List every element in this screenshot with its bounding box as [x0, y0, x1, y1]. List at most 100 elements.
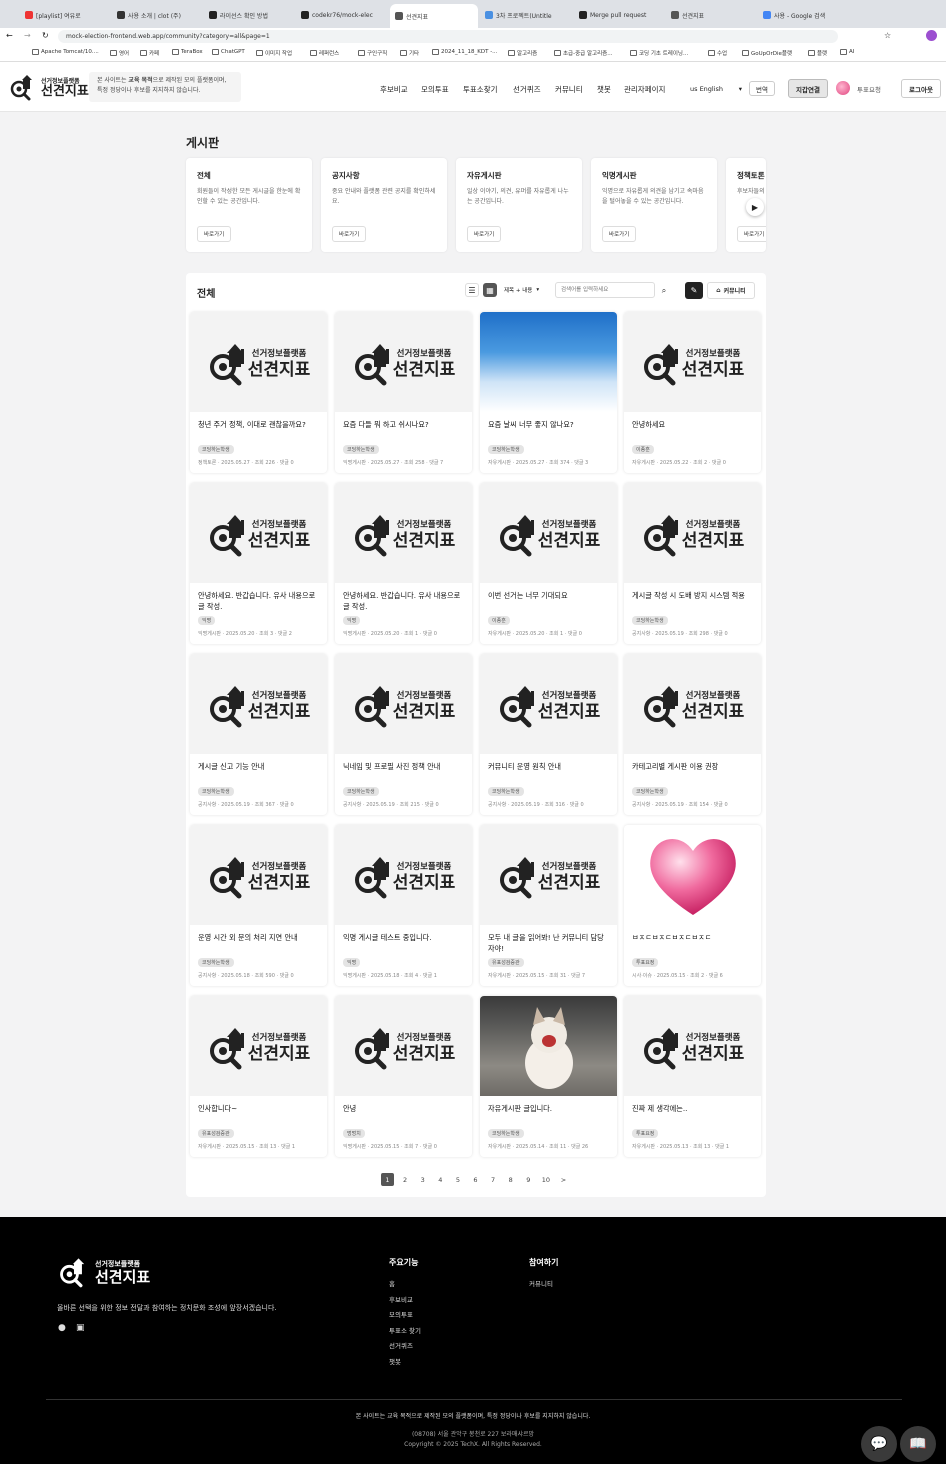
footer-link[interactable]: 모의투표: [389, 1309, 413, 1319]
footer-link[interactable]: 홈: [389, 1278, 395, 1288]
category-card[interactable]: 전체 회원들이 작성한 모든 게시글을 한눈에 확인할 수 있는 공간입니다. 바로…: [186, 158, 312, 252]
browser-tab[interactable]: 선견지표: [390, 4, 478, 28]
browser-tab[interactable]: 라이선스 확인 방법: [204, 5, 292, 25]
post-card[interactable]: 선거정보플랫폼 선견지표 안녕하세요 이종훈 자유게시판 · 2025.05.22 · …: [624, 312, 761, 473]
bookmark-item[interactable]: 알고리즘: [508, 49, 537, 57]
category-go-button[interactable]: 바로가기: [197, 226, 232, 242]
profile-avatar[interactable]: [926, 30, 937, 41]
forward-icon[interactable]: →: [24, 31, 31, 40]
footer-link[interactable]: 선거퀴즈: [389, 1340, 413, 1350]
category-card[interactable]: 자유게시판 일상 이야기, 의견, 유머를 자유롭게 나누는 공간입니다. 바로가기: [456, 158, 582, 252]
browser-tab[interactable]: Merge pull request: [574, 5, 662, 25]
page-5[interactable]: 5: [451, 1173, 464, 1186]
nav-chatbot[interactable]: 챗봇: [597, 84, 611, 95]
footer-link[interactable]: 챗봇: [389, 1356, 401, 1366]
bookmark-item[interactable]: TeraBox: [172, 49, 203, 55]
write-post-icon[interactable]: ✎: [685, 282, 703, 299]
chat-float-button[interactable]: 💬: [861, 1426, 897, 1462]
nav-community[interactable]: 커뮤니티: [555, 84, 583, 95]
post-card[interactable]: 선거정보플랫폼 선견지표 진짜 제 생각에는.. 투표요정 자유게시판 · 2025.0…: [624, 996, 761, 1157]
reload-icon[interactable]: ↻: [42, 31, 49, 40]
bookmark-item[interactable]: AI: [840, 49, 854, 55]
search-scope-select[interactable]: 제목 + 내용 ▾: [504, 283, 552, 297]
post-card[interactable]: 선거정보플랫폼 선견지표 카테고리별 게시판 이용 권장 코딩하는학생 공지사항 · 2…: [624, 654, 761, 815]
bookmark-item[interactable]: 영어: [110, 49, 129, 57]
post-card[interactable]: 자유게시판 글입니다. 코딩하는학생 자유게시판 · 2025.05.14 · 조회…: [480, 996, 617, 1157]
browser-tab[interactable]: 선견지표: [666, 5, 754, 25]
category-card[interactable]: 익명게시판 익명으로 자유롭게 의견을 남기고 속마음을 털어놓을 수 있는 공간…: [591, 158, 717, 252]
category-go-button[interactable]: 바로가기: [332, 226, 367, 242]
post-card[interactable]: 선거정보플랫폼 선견지표 청년 주거 정책, 이대로 괜찮을까요? 코딩하는학생 정책토…: [190, 312, 327, 473]
grid-view-icon[interactable]: ▦: [483, 283, 497, 297]
post-card[interactable]: ㅂㅈㄷㅂㅈㄷㅂㅈㄷㅂㅈㄷ 투표요정 시사·이슈 · 2025.05.15 · 조회 …: [624, 825, 761, 986]
browser-tab[interactable]: 사용 - Google 검색: [758, 5, 846, 25]
bookmark-item[interactable]: 초급-중급 알고리즘...: [554, 49, 612, 57]
footer-link[interactable]: 투표소 찾기: [389, 1325, 421, 1335]
page-7[interactable]: 7: [487, 1173, 500, 1186]
site-logo[interactable]: 선거정보플랫폼 선견지표: [8, 72, 89, 102]
bookmark-star-icon[interactable]: ☆: [884, 31, 891, 40]
bookmark-item[interactable]: 카페: [140, 49, 159, 57]
bookmark-item[interactable]: 이미지 작업: [256, 49, 292, 57]
post-card[interactable]: 선거정보플랫폼 선견지표 이번 선거는 너무 기대되요 이종훈 자유게시판 · 2025…: [480, 483, 617, 644]
browser-tab[interactable]: 사용 소개 | clot (주): [112, 5, 200, 25]
guide-float-button[interactable]: 📖: [900, 1426, 936, 1462]
page-next[interactable]: >: [557, 1173, 570, 1186]
user-avatar[interactable]: [836, 81, 850, 95]
category-go-button[interactable]: 바로가기: [737, 226, 766, 242]
bookmark-item[interactable]: 레퍼런스: [310, 49, 339, 57]
notion-icon[interactable]: ▣: [76, 1323, 85, 1333]
page-2[interactable]: 2: [399, 1173, 412, 1186]
vote-request-link[interactable]: 투표요청: [857, 84, 881, 94]
post-card[interactable]: 선거정보플랫폼 선견지표 요즘 다들 뭐 하고 쉬시나요? 코딩하는학생 익명게시판 ·…: [335, 312, 472, 473]
page-6[interactable]: 6: [469, 1173, 482, 1186]
bookmark-item[interactable]: 2024_11_18_KDT -...: [432, 49, 497, 55]
post-card[interactable]: 선거정보플랫폼 선견지표 게시글 작성 시 도배 방지 시스템 적용 코딩하는학생 공지…: [624, 483, 761, 644]
bookmark-item[interactable]: ChatGPT: [212, 49, 245, 55]
github-icon[interactable]: ●: [58, 1323, 66, 1333]
browser-tab[interactable]: codekr76/mock-elec: [296, 5, 384, 25]
nav-admin[interactable]: 관리자페이지: [624, 84, 665, 95]
page-10[interactable]: 10: [539, 1173, 552, 1186]
post-card[interactable]: 선거정보플랫폼 선견지표 안녕하세요. 반갑습니다. 유사 내용으로 글 작성. 익명…: [190, 483, 327, 644]
community-button[interactable]: ⌂ 커뮤니티: [707, 282, 755, 299]
nav-polling-place[interactable]: 투표소찾기: [463, 84, 498, 95]
category-go-button[interactable]: 바로가기: [467, 226, 502, 242]
bookmark-item[interactable]: 코딩 기초 트레이닝...: [630, 49, 688, 57]
footer-link[interactable]: 후보비교: [389, 1294, 413, 1304]
nav-compare[interactable]: 후보비교: [380, 84, 408, 95]
carousel-next-icon[interactable]: ▶: [746, 198, 764, 216]
search-input[interactable]: [555, 282, 655, 298]
post-card[interactable]: 선거정보플랫폼 선견지표 안녕하세요. 반갑습니다. 유사 내용으로 글 작성. 익명…: [335, 483, 472, 644]
post-card[interactable]: 선거정보플랫폼 선견지표 커뮤니티 운영 원칙 안내 코딩하는학생 공지사항 · 202…: [480, 654, 617, 815]
page-8[interactable]: 8: [504, 1173, 517, 1186]
post-card[interactable]: 요즘 날씨 너무 좋지 않나요? 코딩하는학생 자유게시판 · 2025.05.27…: [480, 312, 617, 473]
browser-tab[interactable]: [playlist] 여유로: [20, 5, 108, 25]
page-3[interactable]: 3: [416, 1173, 429, 1186]
translate-button[interactable]: 번역: [749, 81, 775, 96]
post-card[interactable]: 선거정보플랫폼 선견지표 안녕 멍멍치 익명게시판 · 2025.05.15 · 조회 …: [335, 996, 472, 1157]
post-card[interactable]: 선거정보플랫폼 선견지표 모두 내 글을 읽어봐! 난 커뮤니티 담당자야! 유표성검…: [480, 825, 617, 986]
language-select[interactable]: us English ▾: [690, 82, 742, 96]
bookmark-item[interactable]: 구인구직: [358, 49, 387, 57]
list-view-icon[interactable]: ☰: [465, 283, 479, 297]
bookmark-item[interactable]: GoUpOrDie플랫: [742, 49, 792, 57]
nav-mock-vote[interactable]: 모의투표: [421, 84, 449, 95]
browser-tab[interactable]: 3차 프로젝트(Untitle: [480, 5, 568, 25]
bookmark-item[interactable]: Apache Tomcat/10....: [32, 49, 99, 55]
bookmark-item[interactable]: 기타: [400, 49, 419, 57]
page-4[interactable]: 4: [434, 1173, 447, 1186]
back-icon[interactable]: ←: [6, 31, 13, 40]
wallet-connect-button[interactable]: 지갑연결: [788, 79, 828, 98]
nav-quiz[interactable]: 선거퀴즈: [513, 84, 541, 95]
post-card[interactable]: 선거정보플랫폼 선견지표 운영 시간 외 문의 처리 지연 안내 코딩하는학생 공지사항…: [190, 825, 327, 986]
footer-link-community[interactable]: 커뮤니티: [529, 1278, 553, 1288]
search-icon[interactable]: ⌕: [656, 284, 672, 298]
category-card[interactable]: 공지사항 중요 안내와 플랫폼 관련 공지를 확인하세요. 바로가기: [321, 158, 447, 252]
page-9[interactable]: 9: [522, 1173, 535, 1186]
bookmark-item[interactable]: 수업: [708, 49, 727, 57]
url-input[interactable]: mock-election-frontend.web.app/community…: [58, 30, 838, 43]
logout-button[interactable]: 로그아웃: [901, 79, 941, 98]
post-card[interactable]: 선거정보플랫폼 선견지표 익명 게시글 테스트 중입니다. 익명 익명게시판 · 202…: [335, 825, 472, 986]
bookmark-item[interactable]: 플랫: [808, 49, 827, 57]
